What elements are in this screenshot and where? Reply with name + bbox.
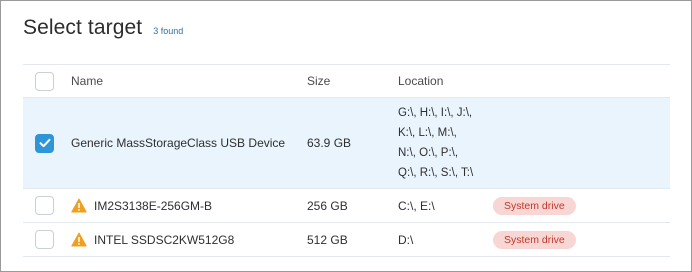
drive-name: Generic MassStorageClass USB Device	[71, 136, 286, 150]
drive-location: D:\	[398, 232, 414, 247]
row-checkbox[interactable]	[35, 196, 54, 215]
found-count: 3 found	[153, 26, 184, 36]
drive-size: 256 GB	[307, 198, 348, 213]
drive-location: C:\, E:\	[398, 198, 435, 213]
location-line: G:\, H:\, I:\, J:\,	[398, 107, 473, 119]
drive-name: INTEL SSDSC2KW512G8	[94, 232, 235, 247]
location-line: N:\, O:\, P:\,	[398, 147, 459, 159]
column-header-location[interactable]: Location	[398, 65, 443, 97]
drive-table: Name Size Location Generic MassStorageCl…	[23, 64, 670, 257]
select-target-dialog: Select target 3 found Name Size Location…	[0, 0, 692, 272]
drive-name: IM2S3138E-256GM-B	[94, 198, 213, 213]
table-row[interactable]: Generic MassStorageClass USB Device 63.9…	[23, 98, 670, 189]
dialog-header: Select target 3 found	[23, 16, 183, 40]
row-checkbox[interactable]	[35, 230, 54, 249]
row-checkbox[interactable]	[35, 133, 54, 153]
table-row[interactable]: INTEL SSDSC2KW512G8 512 GB D:\ System dr…	[23, 223, 670, 257]
table-row[interactable]: IM2S3138E-256GM-B 256 GB C:\, E:\ System…	[23, 189, 670, 223]
warning-icon	[71, 198, 87, 213]
column-header-name[interactable]: Name	[71, 65, 103, 97]
system-drive-badge: System drive	[493, 196, 576, 215]
select-all-checkbox[interactable]	[35, 71, 54, 91]
location-line: Q:\, R:\, S:\, T:\	[398, 167, 474, 179]
drive-location: G:\, H:\, I:\, J:\, K:\, L:\, M:\, N:\, …	[398, 98, 473, 188]
dialog-title: Select target	[23, 16, 143, 39]
location-line: K:\, L:\, M:\,	[398, 127, 457, 139]
system-drive-badge: System drive	[493, 230, 576, 249]
drive-size: 512 GB	[307, 232, 348, 247]
drive-size: 63.9 GB	[307, 136, 352, 150]
warning-icon	[71, 232, 87, 247]
table-header-row: Name Size Location	[23, 64, 670, 98]
column-header-size[interactable]: Size	[307, 65, 330, 97]
check-icon	[39, 138, 50, 148]
